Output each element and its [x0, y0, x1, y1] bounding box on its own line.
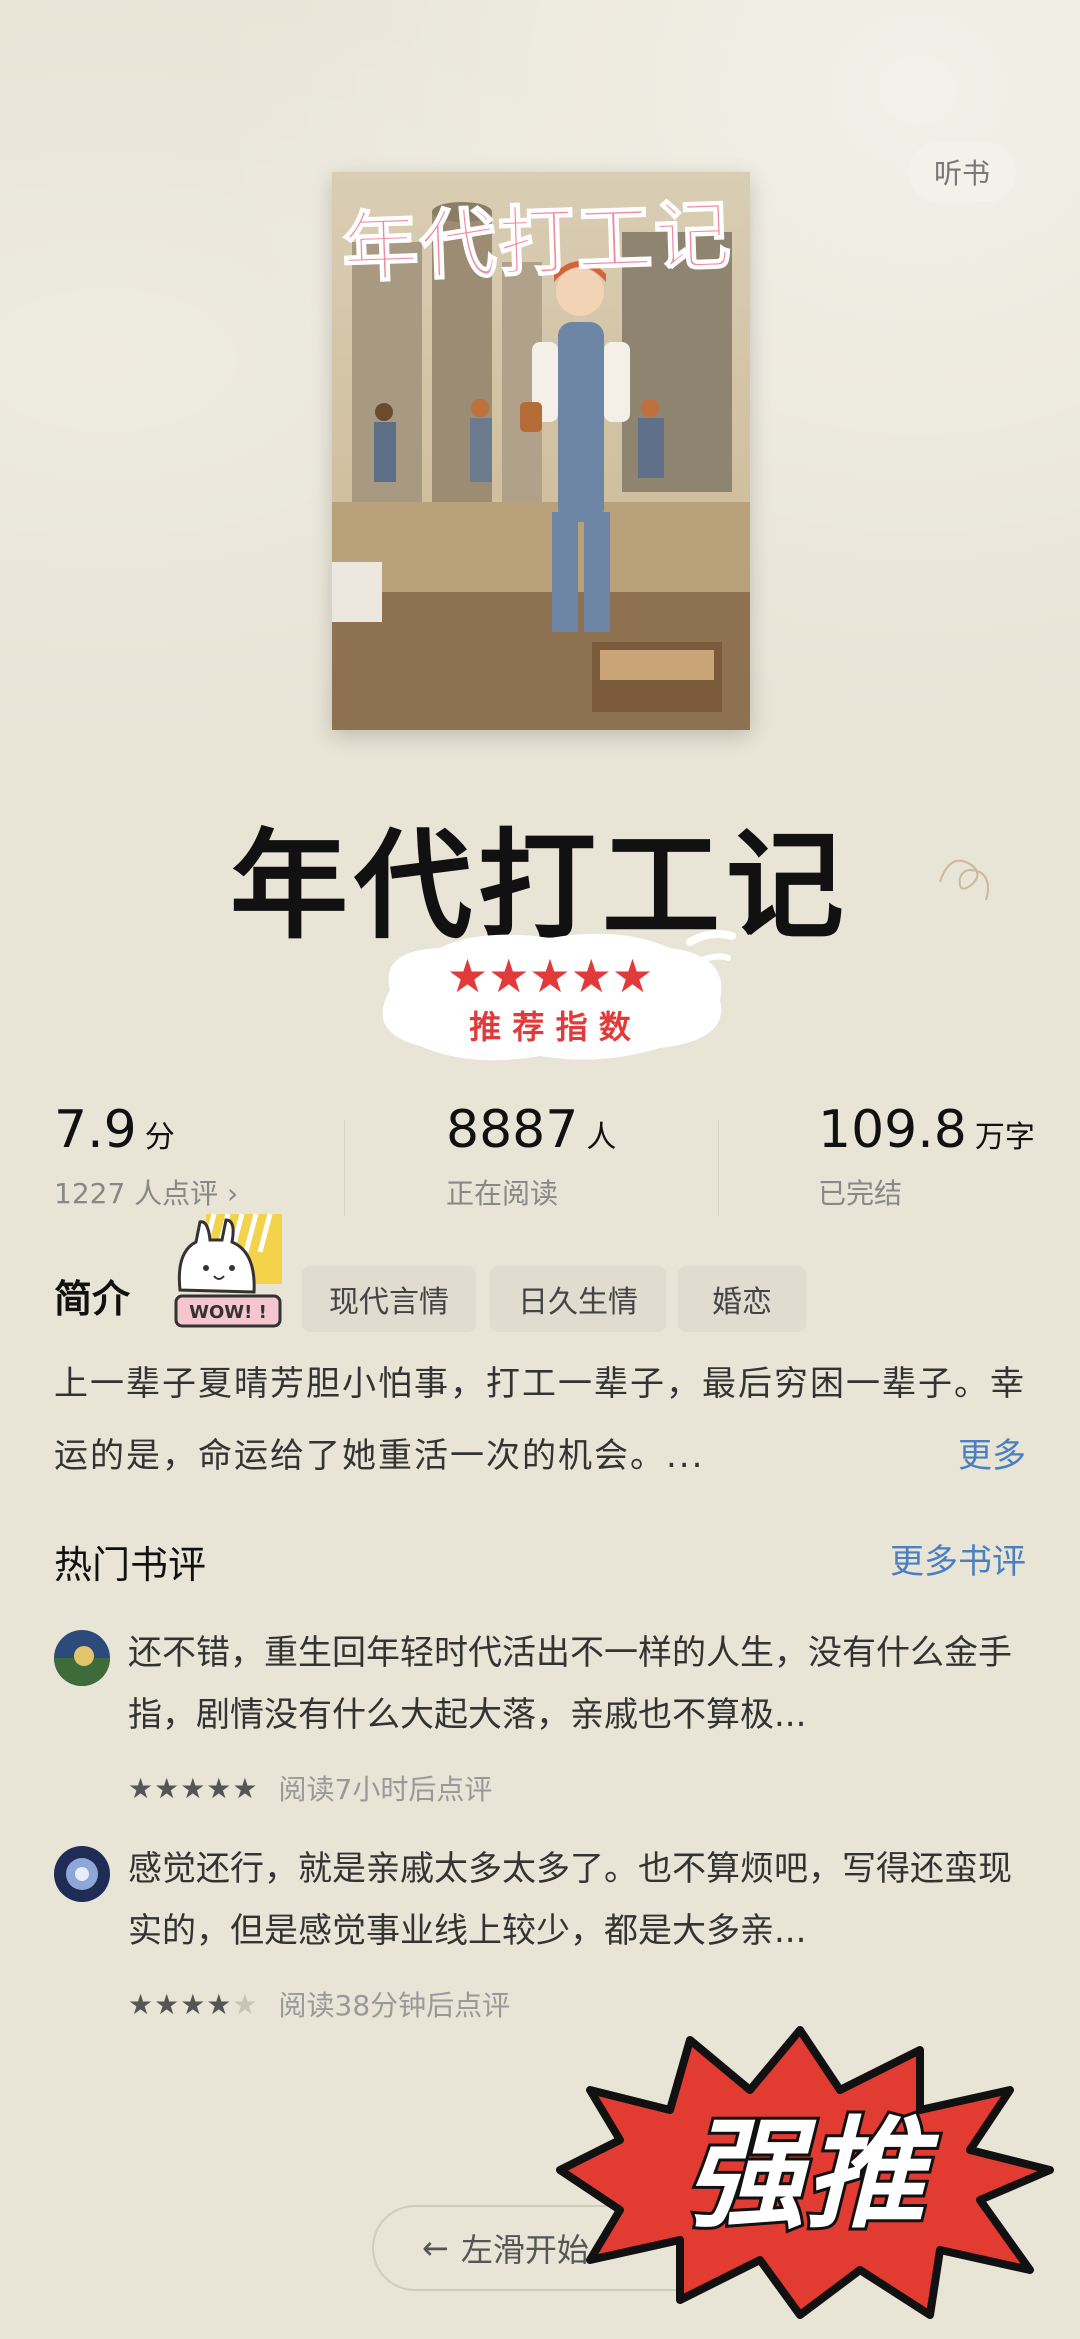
review-count-link[interactable]: 1227 人点评 ›: [54, 1172, 238, 1212]
review-text: 还不错，重生回年轻时代活出不一样的人生，没有什么金手指，剧情没有什么大起大落，亲…: [128, 1633, 1012, 1735]
listen-button[interactable]: 听书: [908, 142, 1016, 202]
arrow-left-icon: ←: [422, 2229, 449, 2267]
rating-stars: ★★★★★: [128, 1771, 259, 1805]
words-value: 109.8: [818, 1100, 967, 1160]
intro-more-link[interactable]: 更多: [958, 1420, 1026, 1492]
status-label: 已完结: [818, 1177, 903, 1210]
wow-sticker: WOW! !: [174, 1213, 282, 1328]
divider: [718, 1120, 719, 1216]
rating-stars: ★★★★★: [128, 1987, 259, 2021]
stat-score[interactable]: 7.9 分 1227 人点评 ›: [54, 1100, 238, 1212]
score-unit: 分: [144, 1120, 175, 1155]
stat-words: 109.8 万字 已完结: [818, 1100, 1035, 1212]
flourish-icon: [939, 859, 989, 901]
review-text: 感觉还行，就是亲戚太多太多了。也不算烦吧，写得还蛮现实的，但是感觉事业线上较少，…: [128, 1849, 1012, 1951]
stat-readers: 8887 人 正在阅读: [446, 1100, 616, 1212]
burst-text: 强推: [685, 2106, 940, 2245]
score-value: 7.9: [54, 1100, 137, 1160]
reviews-title: 热门书评: [54, 1543, 207, 1587]
intro-label: 简介: [54, 1277, 131, 1321]
review-meta: ★★★★★ 阅读7小时后点评: [128, 1768, 492, 1808]
tag-slow-burn[interactable]: 日久生情: [490, 1266, 666, 1332]
more-reviews-link[interactable]: 更多书评: [890, 1534, 1026, 1583]
divider: [344, 1120, 345, 1216]
readers-label: 正在阅读: [446, 1177, 559, 1210]
review-time: 阅读38分钟后点评: [278, 1989, 511, 2022]
intro-text: 上一辈子夏晴芳胆小怕事，打工一辈子，最后穷困一辈子。幸运的是，命运给了她重活一次…: [54, 1364, 1026, 1476]
review-meta: ★★★★★ 阅读38分钟后点评: [128, 1984, 510, 2024]
badge-text: 推 荐 指 数: [469, 1008, 631, 1046]
cover-title: 年代打工记: [340, 189, 735, 294]
book-cover[interactable]: 年代打工记: [332, 172, 750, 730]
readers-unit: 人: [586, 1120, 617, 1155]
words-unit: 万字: [974, 1120, 1035, 1155]
recommend-badge: ★★★★★ 推 荐 指 数: [382, 930, 736, 1061]
badge-stars: ★★★★★: [447, 949, 653, 1003]
avatar[interactable]: [54, 1630, 110, 1686]
sticker-text: WOW! !: [189, 1302, 267, 1323]
avatar[interactable]: [54, 1846, 110, 1902]
strong-recommend-burst: 强推: [556, 2026, 1054, 2319]
readers-value: 8887: [446, 1100, 579, 1160]
review-time: 阅读7小时后点评: [278, 1773, 493, 1806]
tag-marriage[interactable]: 婚恋: [678, 1266, 806, 1332]
stats-row: 7.9 分 1227 人点评 › 8887 人 正在阅读 109.8 万字 已完结: [0, 1100, 1080, 1230]
tag-modern-romance[interactable]: 现代言情: [302, 1266, 476, 1332]
